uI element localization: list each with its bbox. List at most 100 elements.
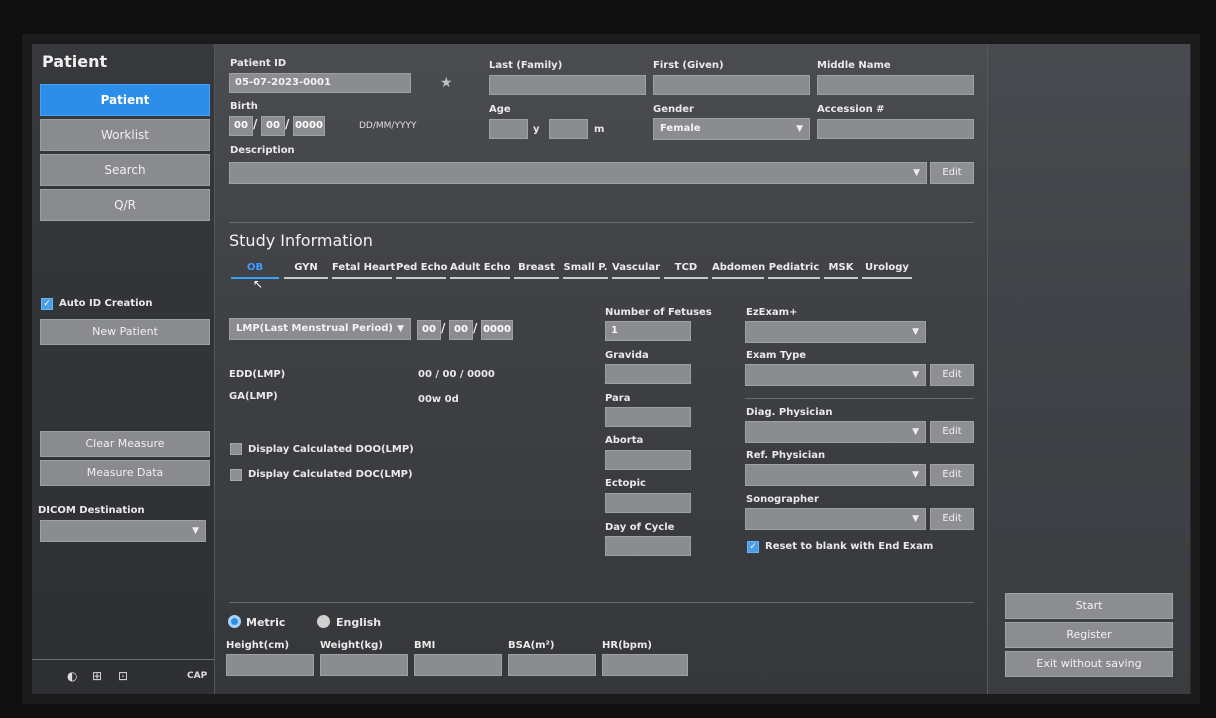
display-icon[interactable]: ⊡ bbox=[118, 669, 128, 683]
lmp-year-field[interactable]: 0000 bbox=[481, 320, 513, 340]
ref-physician-edit-button[interactable]: Edit bbox=[930, 464, 974, 486]
description-dropdown[interactable]: ▼ bbox=[229, 162, 927, 184]
chevron-down-icon: ▼ bbox=[913, 168, 920, 178]
age-months-unit: m bbox=[594, 124, 605, 135]
aborta-label: Aborta bbox=[605, 435, 644, 446]
contrast-icon[interactable]: ◐ bbox=[67, 669, 77, 683]
metric-radio[interactable] bbox=[228, 615, 241, 628]
exit-without-saving-button[interactable]: Exit without saving bbox=[1005, 651, 1173, 677]
lmp-month-field[interactable]: 00 bbox=[449, 320, 473, 340]
bmi-field[interactable] bbox=[414, 654, 502, 676]
display-doo-checkbox[interactable] bbox=[230, 443, 242, 455]
clear-measure-button[interactable]: Clear Measure bbox=[40, 431, 210, 457]
dicom-destination-label: DICOM Destination bbox=[38, 505, 145, 516]
ref-physician-dropdown[interactable]: ▼ bbox=[745, 464, 926, 486]
height-field[interactable] bbox=[226, 654, 314, 676]
tab-adult-echo[interactable]: Adult Echo bbox=[450, 262, 510, 279]
tab-msk[interactable]: MSK bbox=[824, 262, 858, 279]
day-of-cycle-field[interactable] bbox=[605, 536, 691, 556]
chevron-down-icon: ▼ bbox=[912, 470, 919, 480]
para-field[interactable] bbox=[605, 407, 691, 427]
birth-month-field[interactable]: 00 bbox=[261, 116, 285, 136]
caps-indicator: CAP bbox=[187, 671, 208, 681]
start-button[interactable]: Start bbox=[1005, 593, 1173, 619]
patient-id-field[interactable]: 05-07-2023-0001 bbox=[229, 73, 411, 93]
tab-pediatric[interactable]: Pediatric bbox=[768, 262, 820, 279]
lmp-method-dropdown[interactable]: LMP(Last Menstrual Period) ▼ bbox=[229, 318, 411, 340]
tab-tcd[interactable]: TCD bbox=[664, 262, 708, 279]
tab-small-parts[interactable]: Small P. bbox=[563, 262, 608, 279]
sonographer-label: Sonographer bbox=[746, 494, 819, 505]
middle-name-field[interactable] bbox=[817, 75, 974, 95]
ectopic-label: Ectopic bbox=[605, 478, 646, 489]
sidebar-item-qr[interactable]: Q/R bbox=[40, 189, 210, 221]
gravida-field[interactable] bbox=[605, 364, 691, 384]
date-separator: / bbox=[441, 321, 446, 335]
reset-blank-checkbox[interactable]: ✓ bbox=[747, 541, 759, 553]
tab-fetal-heart[interactable]: Fetal Heart bbox=[332, 262, 395, 279]
exam-type-dropdown[interactable]: ▼ bbox=[745, 364, 926, 386]
diag-physician-dropdown[interactable]: ▼ bbox=[745, 421, 926, 443]
description-edit-button[interactable]: Edit bbox=[930, 162, 974, 184]
display-doc-checkbox[interactable] bbox=[230, 469, 242, 481]
register-button[interactable]: Register bbox=[1005, 622, 1173, 648]
bsa-field[interactable] bbox=[508, 654, 596, 676]
age-years-field[interactable] bbox=[489, 119, 528, 139]
sidebar-title: Patient bbox=[42, 52, 108, 71]
middle-name-label: Middle Name bbox=[817, 60, 891, 71]
star-icon[interactable]: ★ bbox=[440, 75, 453, 91]
metric-label: Metric bbox=[246, 616, 286, 629]
ref-physician-label: Ref. Physician bbox=[746, 450, 826, 461]
accession-field[interactable] bbox=[817, 119, 974, 139]
weight-label: Weight(kg) bbox=[320, 640, 383, 651]
chevron-down-icon: ▼ bbox=[397, 324, 404, 334]
ultrasound-patient-screen: Patient Patient Worklist Search Q/R ✓ Au… bbox=[32, 44, 1191, 694]
tab-breast[interactable]: Breast bbox=[514, 262, 559, 279]
tab-gyn[interactable]: GYN bbox=[284, 262, 328, 279]
sidebar-item-patient[interactable]: Patient bbox=[40, 84, 210, 116]
network-icon[interactable]: ⊞ bbox=[92, 669, 102, 683]
english-label: English bbox=[336, 616, 382, 629]
age-months-field[interactable] bbox=[549, 119, 588, 139]
lmp-day-field[interactable]: 00 bbox=[417, 320, 441, 340]
date-separator: / bbox=[285, 117, 290, 131]
birth-label: Birth bbox=[230, 101, 258, 112]
measure-data-button[interactable]: Measure Data bbox=[40, 460, 210, 486]
sidebar-item-search[interactable]: Search bbox=[40, 154, 210, 186]
tab-ped-echo[interactable]: Ped Echo bbox=[396, 262, 448, 279]
birth-date-input: 00 / 00 / 0000 bbox=[229, 116, 325, 136]
physician-divider bbox=[745, 398, 974, 399]
weight-field[interactable] bbox=[320, 654, 408, 676]
tab-abdomen[interactable]: Abdomen bbox=[712, 262, 765, 279]
study-information-title: Study Information bbox=[229, 231, 373, 250]
sonographer-dropdown[interactable]: ▼ bbox=[745, 508, 926, 530]
birth-day-field[interactable]: 00 bbox=[229, 116, 253, 136]
para-label: Para bbox=[605, 393, 631, 404]
dicom-destination-dropdown[interactable]: ▼ bbox=[40, 520, 206, 542]
chevron-down-icon: ▼ bbox=[912, 427, 919, 437]
ezexam-dropdown[interactable]: ▼ bbox=[745, 321, 926, 343]
gravida-label: Gravida bbox=[605, 350, 649, 361]
birth-format-hint: DD/MM/YYYY bbox=[359, 121, 417, 131]
english-radio[interactable] bbox=[317, 615, 330, 628]
auto-id-checkbox[interactable]: ✓ bbox=[41, 298, 53, 310]
aborta-field[interactable] bbox=[605, 450, 691, 470]
exam-type-edit-button[interactable]: Edit bbox=[930, 364, 974, 386]
sidebar-item-worklist[interactable]: Worklist bbox=[40, 119, 210, 151]
tab-vascular[interactable]: Vascular bbox=[612, 262, 660, 279]
new-patient-button[interactable]: New Patient bbox=[40, 319, 210, 345]
first-name-field[interactable] bbox=[653, 75, 810, 95]
num-fetuses-field[interactable]: 1 bbox=[605, 321, 691, 341]
last-name-field[interactable] bbox=[489, 75, 646, 95]
age-years-unit: y bbox=[533, 124, 540, 135]
birth-year-field[interactable]: 0000 bbox=[293, 116, 325, 136]
tab-urology[interactable]: Urology bbox=[862, 262, 912, 279]
diag-physician-edit-button[interactable]: Edit bbox=[930, 421, 974, 443]
hr-field[interactable] bbox=[602, 654, 688, 676]
diag-physician-label: Diag. Physician bbox=[746, 407, 833, 418]
lmp-method-value: LMP(Last Menstrual Period) bbox=[236, 323, 393, 334]
ectopic-field[interactable] bbox=[605, 493, 691, 513]
gender-dropdown[interactable]: Female ▼ bbox=[653, 118, 810, 140]
sonographer-edit-button[interactable]: Edit bbox=[930, 508, 974, 530]
mouse-cursor-icon: ↖ bbox=[253, 277, 264, 291]
